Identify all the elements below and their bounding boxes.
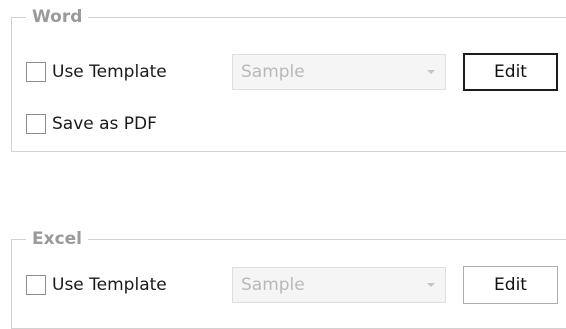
excel-group-title: Excel: [26, 228, 89, 250]
word-save-as-pdf-label[interactable]: Save as PDF: [52, 113, 157, 135]
chevron-down-icon: [427, 70, 435, 74]
word-template-select[interactable]: Sample: [232, 54, 446, 90]
word-edit-button[interactable]: Edit: [463, 53, 558, 91]
word-save-as-pdf-checkbox[interactable]: Save as PDF: [26, 113, 157, 135]
word-use-template-checkbox-box[interactable]: [26, 62, 46, 82]
excel-template-select-value: Sample: [241, 275, 305, 295]
word-save-as-pdf-checkbox-box[interactable]: [26, 114, 46, 134]
excel-edit-button[interactable]: Edit: [463, 266, 558, 304]
excel-use-template-label[interactable]: Use Template: [52, 274, 167, 296]
word-group-title: Word: [26, 6, 89, 28]
word-template-select-value: Sample: [241, 62, 305, 82]
word-groupbox: Word Use Template Sample Edit Save as PD…: [11, 6, 566, 152]
word-use-template-label[interactable]: Use Template: [52, 61, 167, 83]
word-use-template-checkbox[interactable]: Use Template: [26, 61, 167, 83]
excel-template-select[interactable]: Sample: [232, 267, 446, 303]
chevron-down-icon: [427, 283, 435, 287]
excel-use-template-checkbox[interactable]: Use Template: [26, 274, 167, 296]
excel-use-template-checkbox-box[interactable]: [26, 275, 46, 295]
excel-groupbox: Excel Use Template Sample Edit: [11, 228, 566, 329]
